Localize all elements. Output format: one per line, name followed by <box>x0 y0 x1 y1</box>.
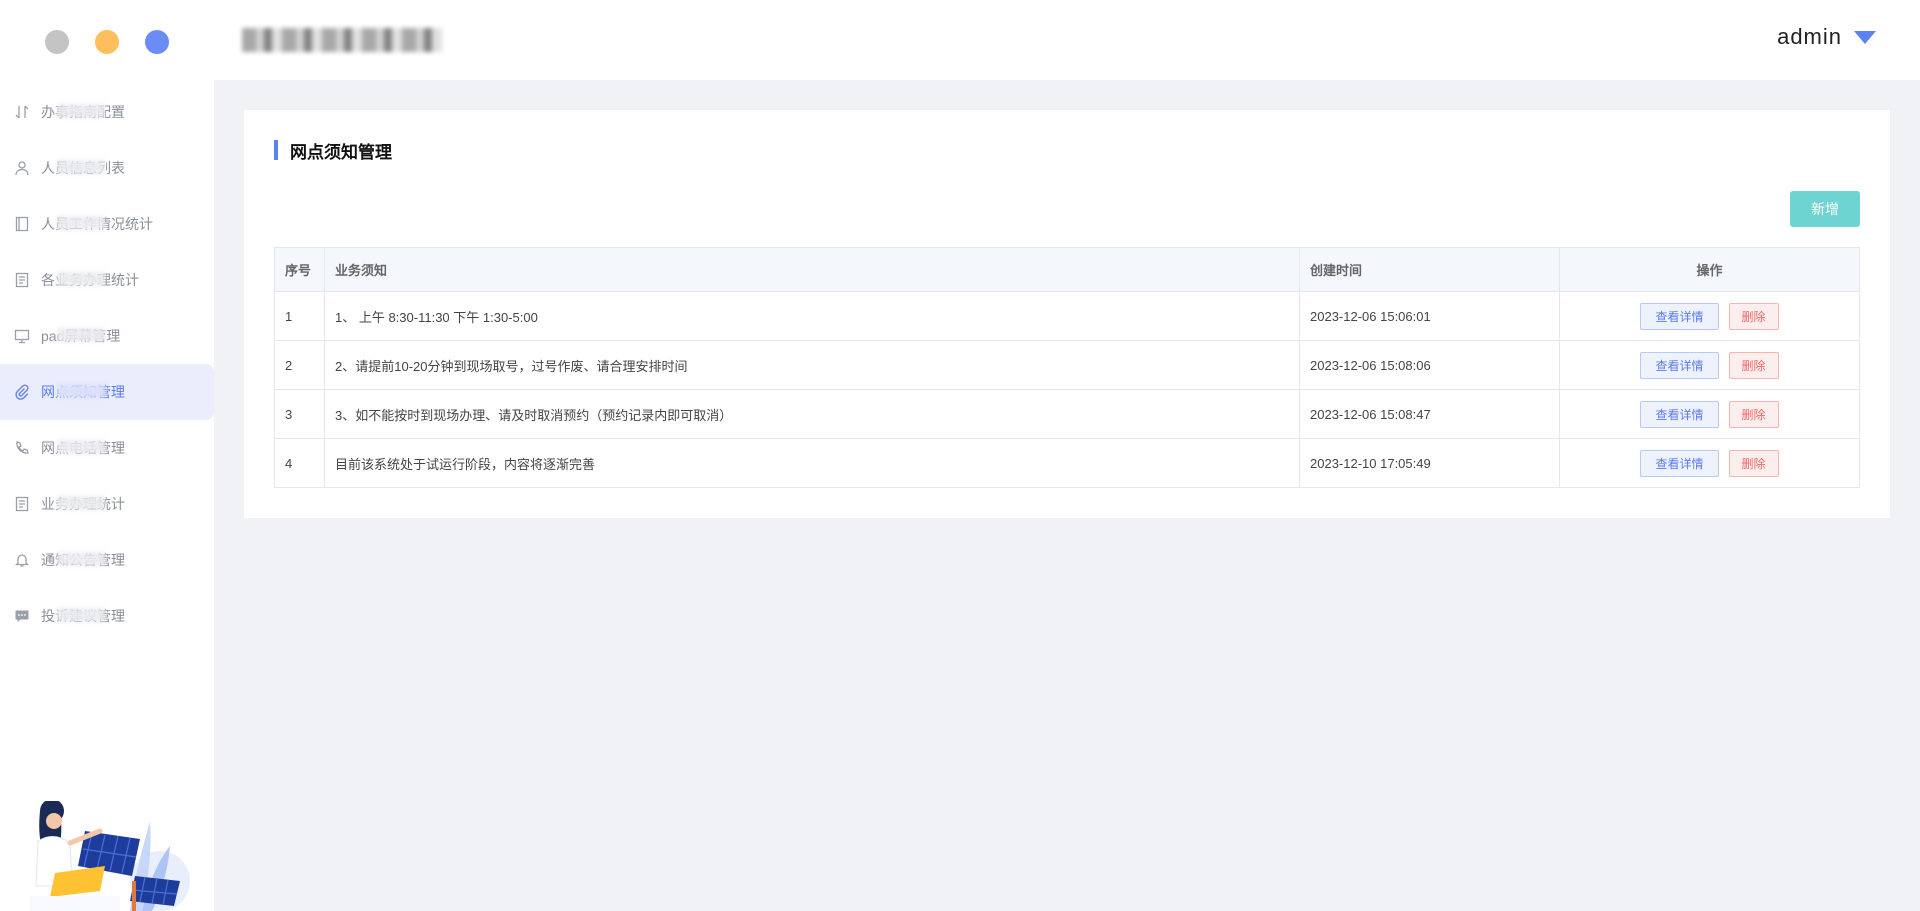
sidebar-item-staff-list[interactable]: 人员信息列表 <box>0 140 214 196</box>
cell-notice: 3、如不能按时到现场办理、请及时取消预约（预约记录内即可取消） <box>324 389 1300 439</box>
dot-blue <box>145 30 169 54</box>
column-header-created: 创建时间 <box>1299 247 1560 292</box>
user-name: admin <box>1777 24 1842 49</box>
cell-index: 4 <box>274 438 325 488</box>
cell-index: 3 <box>274 389 325 439</box>
delete-button[interactable]: 删除 <box>1728 302 1779 330</box>
sort-arrows-icon <box>13 103 31 121</box>
table-row: 4 目前该系统处于试运行阶段，内容将逐渐完善 2023-12-10 17:05:… <box>274 438 1860 488</box>
cell-actions: 查看详情 删除 <box>1559 291 1860 341</box>
redacted-title-mosaic <box>242 28 442 52</box>
sidebar-item-guide-config[interactable]: 办事指南配置 <box>0 84 214 140</box>
sidebar-item-label: 网点须知管理 <box>41 384 125 400</box>
column-header-index: 序号 <box>274 247 325 292</box>
cell-actions: 查看详情 删除 <box>1559 340 1860 390</box>
top-header: admin <box>214 0 1920 80</box>
table-row: 3 3、如不能按时到现场办理、请及时取消预约（预约记录内即可取消） 2023-1… <box>274 389 1860 439</box>
dot-orange <box>95 30 119 54</box>
phone-icon <box>13 439 31 457</box>
chat-icon <box>13 607 31 625</box>
sidebar-item-branch-phone[interactable]: 网点电话管理 <box>0 420 214 476</box>
dot-gray <box>45 30 69 54</box>
view-details-button[interactable]: 查看详情 <box>1640 302 1719 330</box>
cell-notice: 目前该系统处于试运行阶段，内容将逐渐完善 <box>324 438 1300 488</box>
cell-index: 2 <box>274 340 325 390</box>
solar-panel-illustration <box>30 801 190 911</box>
sidebar-item-business-stats[interactable]: 各业务办理统计 <box>0 252 214 308</box>
view-details-button[interactable]: 查看详情 <box>1640 351 1719 379</box>
user-icon <box>13 159 31 177</box>
paperclip-icon <box>13 383 31 401</box>
sidebar-item-label: 办事指南配置 <box>41 104 125 120</box>
sidebar-item-pad-screen[interactable]: pad屏幕管理 <box>0 308 214 364</box>
caret-down-icon[interactable] <box>1854 30 1876 44</box>
cell-created: 2023-12-10 17:05:49 <box>1299 438 1560 488</box>
sidebar-item-label: 业务办理统计 <box>41 496 125 512</box>
add-button[interactable]: 新增 <box>1790 191 1860 227</box>
sidebar-menu: 办事指南配置 人员信息列表 人员工作情况统计 各业务办理统计 pad屏幕管理 网… <box>0 84 214 644</box>
delete-button[interactable]: 删除 <box>1728 449 1779 477</box>
cell-notice: 2、请提前10-20分钟到现场取号，过号作废、请合理安排时间 <box>324 340 1300 390</box>
main-panel: 网点须知管理 新增 序号 业务须知 创建时间 操作 1 1、 上午 8:30-1… <box>244 110 1890 518</box>
cell-created: 2023-12-06 15:08:47 <box>1299 389 1560 439</box>
delete-button[interactable]: 删除 <box>1728 351 1779 379</box>
user-menu[interactable]: admin <box>1777 24 1876 50</box>
page-title: 网点须知管理 <box>274 140 392 162</box>
document-list-icon <box>13 271 31 289</box>
sidebar-item-label: 网点电话管理 <box>41 440 125 456</box>
sidebar-item-complaints[interactable]: 投诉建议管理 <box>0 588 214 644</box>
cell-notice: 1、 上午 8:30-11:30 下午 1:30-5:00 <box>324 291 1300 341</box>
sidebar-item-branch-notice[interactable]: 网点须知管理 <box>0 364 214 420</box>
sidebar: 办事指南配置 人员信息列表 人员工作情况统计 各业务办理统计 pad屏幕管理 网… <box>0 0 214 911</box>
column-header-notice: 业务须知 <box>324 247 1300 292</box>
document-list-icon <box>13 495 31 513</box>
sidebar-item-announcements[interactable]: 通知公告管理 <box>0 532 214 588</box>
view-details-button[interactable]: 查看详情 <box>1640 400 1719 428</box>
sidebar-item-label: 通知公告管理 <box>41 552 125 568</box>
delete-button[interactable]: 删除 <box>1728 400 1779 428</box>
sidebar-item-business-handling[interactable]: 业务办理统计 <box>0 476 214 532</box>
cell-created: 2023-12-06 15:06:01 <box>1299 291 1560 341</box>
sidebar-item-label: 各业务办理统计 <box>41 272 139 288</box>
bell-icon <box>13 551 31 569</box>
sidebar-item-label: 人员信息列表 <box>41 160 125 176</box>
sidebar-item-label: 投诉建议管理 <box>41 608 125 624</box>
monitor-icon <box>13 327 31 345</box>
table-header-row: 序号 业务须知 创建时间 操作 <box>274 247 1860 292</box>
table-row: 1 1、 上午 8:30-11:30 下午 1:30-5:00 2023-12-… <box>274 291 1860 341</box>
notice-table: 序号 业务须知 创建时间 操作 1 1、 上午 8:30-11:30 下午 1:… <box>274 247 1860 488</box>
window-dots <box>45 30 169 54</box>
sidebar-item-label: pad屏幕管理 <box>41 328 121 344</box>
cell-actions: 查看详情 删除 <box>1559 389 1860 439</box>
column-header-actions: 操作 <box>1559 247 1860 292</box>
notebook-icon <box>13 215 31 233</box>
cell-index: 1 <box>274 291 325 341</box>
cell-actions: 查看详情 删除 <box>1559 438 1860 488</box>
cell-created: 2023-12-06 15:08:06 <box>1299 340 1560 390</box>
sidebar-item-staff-stats[interactable]: 人员工作情况统计 <box>0 196 214 252</box>
table-row: 2 2、请提前10-20分钟到现场取号，过号作废、请合理安排时间 2023-12… <box>274 340 1860 390</box>
sidebar-item-label: 人员工作情况统计 <box>41 216 153 232</box>
view-details-button[interactable]: 查看详情 <box>1640 449 1719 477</box>
